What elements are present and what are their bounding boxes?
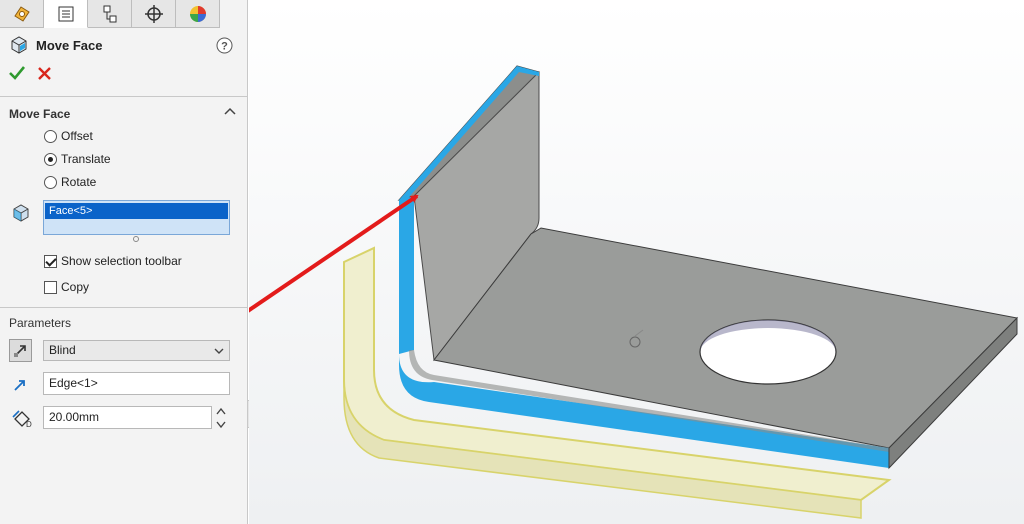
dimxpert-icon bbox=[144, 5, 163, 23]
checkbox-label: Copy bbox=[61, 280, 90, 294]
face-selection-list[interactable]: Face<5> bbox=[43, 200, 230, 235]
move-face-icon bbox=[11, 36, 27, 54]
divider bbox=[0, 96, 247, 97]
radio-circle[interactable] bbox=[44, 129, 57, 143]
property-manager-icon bbox=[58, 6, 73, 21]
section-title-move-face: Move Face bbox=[9, 107, 71, 121]
show-selection-toolbar-checkbox[interactable]: Show selection toolbar bbox=[44, 254, 182, 268]
end-condition-dropdown[interactable]: Blind bbox=[43, 340, 230, 361]
end-condition-direction-button[interactable] bbox=[9, 339, 32, 362]
tab-property-manager[interactable] bbox=[44, 0, 88, 28]
direction-reference-field[interactable]: Edge<1> bbox=[43, 372, 230, 395]
radio-circle[interactable] bbox=[44, 152, 57, 166]
distance-spinner[interactable] bbox=[214, 405, 228, 431]
radio-label: Offset bbox=[61, 129, 93, 143]
manager-tabs bbox=[0, 0, 220, 28]
list-resize-handle[interactable] bbox=[133, 236, 139, 242]
cancel-x-icon[interactable] bbox=[37, 66, 52, 81]
configuration-manager-icon bbox=[103, 5, 116, 23]
copy-checkbox[interactable]: Copy bbox=[44, 280, 89, 294]
svg-text:?: ? bbox=[221, 41, 228, 53]
tab-feature-manager[interactable] bbox=[0, 0, 44, 28]
graphics-area[interactable] bbox=[249, 0, 1024, 524]
divider bbox=[0, 307, 247, 308]
checkbox-label: Show selection toolbar bbox=[61, 254, 182, 268]
chevron-up-icon[interactable] bbox=[224, 106, 236, 116]
selected-face-item[interactable]: Face<5> bbox=[45, 203, 228, 219]
ok-check-icon[interactable] bbox=[8, 65, 26, 81]
face-selection-icon bbox=[13, 204, 29, 222]
svg-text:D: D bbox=[26, 420, 32, 429]
direction-arrow-icon bbox=[14, 380, 25, 391]
end-condition-value: Blind bbox=[49, 343, 76, 357]
radio-translate[interactable]: Translate bbox=[44, 152, 111, 166]
feature-manager-icon bbox=[13, 6, 30, 22]
checkbox-box[interactable] bbox=[44, 254, 57, 268]
checkbox-box[interactable] bbox=[44, 280, 57, 294]
distance-input[interactable]: 20.00mm bbox=[43, 406, 212, 429]
help-icon[interactable]: ? bbox=[216, 37, 233, 54]
section-title-parameters: Parameters bbox=[9, 316, 72, 330]
radio-label: Rotate bbox=[61, 175, 97, 189]
feature-title: Move Face bbox=[36, 38, 103, 53]
display-manager-icon bbox=[189, 6, 206, 22]
property-manager-panel: Move Face ? Move Face Offset Translate R… bbox=[0, 0, 248, 524]
tab-dimxpert[interactable] bbox=[132, 0, 176, 28]
tab-configuration-manager[interactable] bbox=[88, 0, 132, 28]
chevron-down-icon[interactable] bbox=[214, 347, 224, 355]
radio-circle[interactable] bbox=[44, 175, 57, 189]
distance-icon: D bbox=[12, 410, 32, 429]
reverse-direction-icon bbox=[14, 345, 26, 357]
tab-display-manager[interactable] bbox=[176, 0, 220, 28]
radio-label: Translate bbox=[61, 152, 111, 166]
radio-offset[interactable]: Offset bbox=[44, 129, 93, 143]
radio-rotate[interactable]: Rotate bbox=[44, 175, 96, 189]
